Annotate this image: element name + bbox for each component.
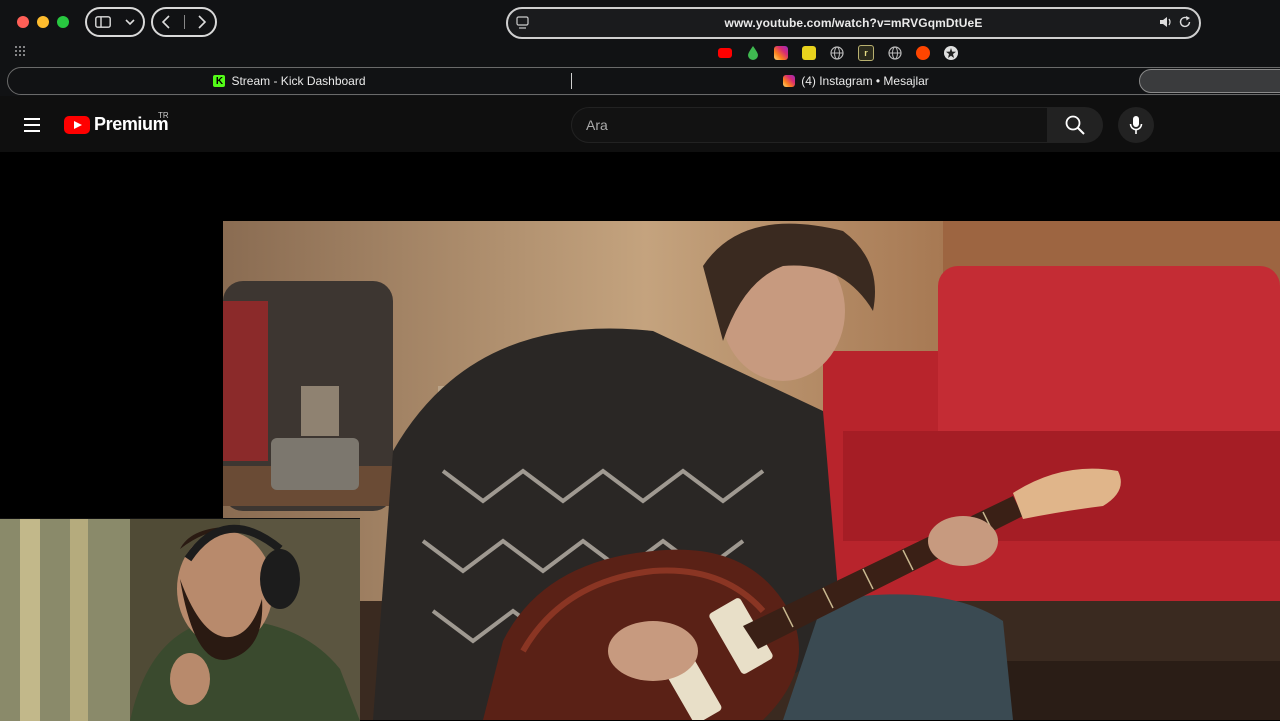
back-icon[interactable] <box>161 15 171 29</box>
search-icon <box>1065 115 1085 135</box>
forward-icon[interactable] <box>197 15 207 29</box>
youtube-play-icon <box>64 115 90 134</box>
search-placeholder: Ara <box>586 117 608 133</box>
address-bar[interactable]: www.youtube.com/watch?v=mRVGqmDtUeE <box>506 7 1201 39</box>
youtube-premium-logo[interactable]: Premium TR <box>64 111 169 135</box>
globe-icon[interactable] <box>830 46 844 60</box>
tab-label: (4) Instagram • Mesajlar <box>801 74 929 88</box>
search-input[interactable]: Ara <box>571 107 1048 143</box>
webcam-overlay <box>0 518 360 721</box>
voice-search-button[interactable] <box>1118 107 1154 143</box>
tab-instagram[interactable]: (4) Instagram • Mesajlar <box>571 68 1141 94</box>
maximize-window-button[interactable] <box>57 16 69 28</box>
history-nav <box>151 7 217 37</box>
minimize-window-button[interactable] <box>37 16 49 28</box>
video-player[interactable] <box>223 221 1280 720</box>
instagram-icon <box>783 75 796 87</box>
r-icon[interactable]: r <box>858 45 874 61</box>
microphone-icon <box>1129 116 1143 134</box>
apps-grid-icon[interactable] <box>14 45 26 57</box>
reddit-icon[interactable] <box>916 46 930 60</box>
sidebar-icon <box>95 16 111 28</box>
youtube-icon[interactable] <box>718 48 732 58</box>
browser-chrome: www.youtube.com/watch?v=mRVGqmDtUeE r K … <box>0 0 1280 96</box>
video-frame <box>223 221 1280 720</box>
url-text[interactable]: www.youtube.com/watch?v=mRVGqmDtUeE <box>508 16 1199 30</box>
menu-icon[interactable] <box>24 118 40 136</box>
yellow-app-icon[interactable] <box>802 46 816 60</box>
chevron-down-icon[interactable] <box>125 18 135 26</box>
speaker-icon[interactable] <box>1159 16 1173 28</box>
drop-icon[interactable] <box>746 46 760 60</box>
star-icon[interactable] <box>944 46 958 60</box>
favorites-bar: r <box>718 45 958 61</box>
region-code: TR <box>158 111 169 120</box>
tab-kick-dashboard[interactable]: K Stream - Kick Dashboard <box>8 68 571 94</box>
reload-icon[interactable] <box>1178 15 1192 29</box>
window-controls <box>17 16 69 28</box>
sidebar-toggle-button[interactable] <box>85 7 145 37</box>
nav-divider <box>183 15 185 29</box>
tab-bar: K Stream - Kick Dashboard (4) Instagram … <box>7 67 1280 95</box>
globe-icon[interactable] <box>888 46 902 60</box>
instagram-icon[interactable] <box>774 46 788 60</box>
close-window-button[interactable] <box>17 16 29 28</box>
tab-label: Stream - Kick Dashboard <box>231 74 366 88</box>
search-button[interactable] <box>1047 107 1103 143</box>
webcam-frame <box>0 519 360 721</box>
tab-youtube-active[interactable] <box>1139 69 1280 93</box>
kick-icon: K <box>213 75 226 87</box>
youtube-header: Premium TR Ara <box>0 96 1280 152</box>
